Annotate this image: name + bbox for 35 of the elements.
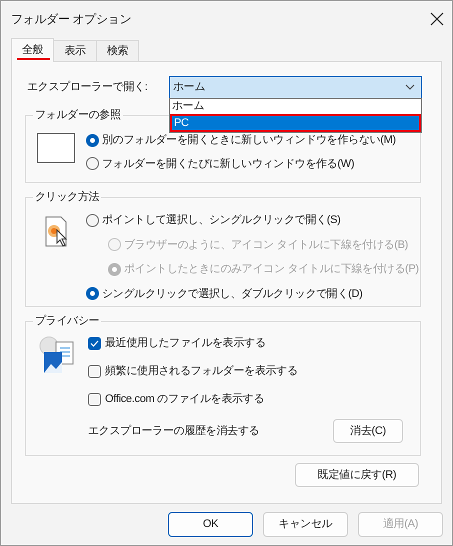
restore-defaults-button[interactable]: 既定値に戻す(R)	[295, 463, 419, 487]
checkbox-label: 頻繁に使用されるフォルダーを表示する	[105, 364, 298, 379]
dropdown[interactable]: ホーム	[169, 76, 422, 98]
checkbox[interactable]	[88, 336, 101, 350]
tab[interactable]: 全般	[11, 38, 54, 62]
chevron-down-icon	[405, 84, 415, 90]
radio-label: シングルクリックで選択し、ダブルクリックで開く(D)	[102, 286, 362, 302]
dialog-button[interactable]: キャンセル	[263, 512, 348, 537]
field-label: エクスプローラーで開く:	[26, 80, 148, 95]
radio-button[interactable]	[86, 287, 99, 300]
radio-label: フォルダーを開くたびに新しいウィンドウを作る(W)	[102, 156, 354, 172]
checkbox-label: 最近使用したファイルを表示する	[105, 336, 266, 351]
checkbox-label: Office.com のファイルを表示する	[105, 392, 264, 407]
dialog-button[interactable]: OK	[168, 512, 253, 537]
radio-button[interactable]	[86, 134, 99, 147]
radio-label: ブラウザーのように、アイコン タイトルに下線を付ける(B)	[124, 238, 408, 252]
tab[interactable]: 検索	[96, 40, 140, 61]
checkmark-icon	[90, 340, 99, 346]
dropdown-option[interactable]: PC	[170, 114, 421, 132]
recent-files-icon	[39, 336, 75, 374]
close-icon[interactable]	[430, 12, 444, 26]
checkbox[interactable]	[88, 392, 101, 406]
tab[interactable]: 表示	[54, 40, 97, 61]
radio-label: ポイントして選択し、シングルクリックで開く(S)	[102, 213, 340, 228]
radio-label: 別のフォルダーを開くときに新しいウィンドウを作らない(M)	[102, 132, 396, 148]
radio-label: ポイントしたときにのみアイコン タイトルに下線を付ける(P)	[124, 262, 419, 277]
checkbox[interactable]	[88, 364, 101, 378]
window-title: フォルダー オプション	[11, 11, 132, 28]
radio-button[interactable]	[86, 157, 99, 170]
dropdown-option[interactable]: ホーム	[170, 99, 421, 114]
highlight-underline	[17, 58, 50, 60]
clear-button[interactable]: 消去(C)	[333, 419, 403, 443]
window-icon	[37, 133, 75, 163]
radio-button[interactable]	[86, 214, 99, 227]
clear-history-label: エクスプローラーの履歴を消去する	[88, 424, 260, 439]
